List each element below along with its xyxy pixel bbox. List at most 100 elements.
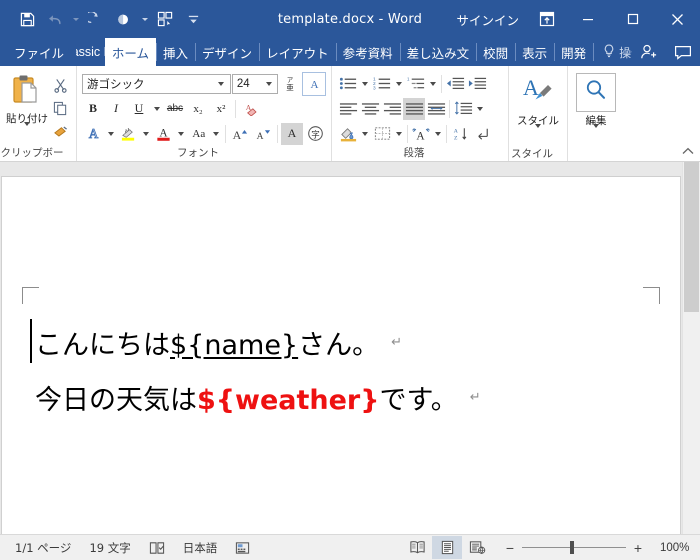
scrollbar-thumb[interactable]	[684, 162, 699, 312]
font-color-icon[interactable]: A	[153, 123, 175, 145]
collapse-ribbon-icon[interactable]	[680, 143, 696, 159]
tell-me-box[interactable]: 操作アシス	[593, 38, 632, 66]
multilevel-list-icon[interactable]: 1	[405, 73, 427, 95]
borders-icon[interactable]	[371, 123, 393, 145]
character-shading-button[interactable]: A	[281, 122, 303, 145]
decrease-indent-icon[interactable]	[444, 73, 466, 95]
maximize-button[interactable]	[610, 0, 655, 38]
redo-icon[interactable]	[83, 6, 109, 32]
grow-font-icon[interactable]: A	[229, 123, 251, 145]
tab-insert[interactable]: 挿入	[156, 38, 195, 66]
format-painter-icon[interactable]	[49, 120, 71, 142]
enclose-characters-icon[interactable]: A	[302, 71, 326, 96]
underline-dropdown-icon[interactable]	[151, 98, 163, 120]
show-formatting-marks-icon[interactable]	[471, 123, 493, 145]
tab-home[interactable]: ホーム	[104, 38, 157, 66]
font-name-dropdown-icon[interactable]	[215, 81, 228, 86]
italic-button[interactable]: I	[105, 98, 127, 120]
cut-icon[interactable]	[49, 74, 71, 96]
font-size-combo[interactable]: 24	[231, 73, 278, 94]
asian-layout-dropdown-icon[interactable]	[432, 123, 444, 145]
tab-references[interactable]: 参考資料	[335, 38, 400, 66]
tab-view[interactable]: 表示	[515, 38, 554, 66]
close-button[interactable]	[655, 0, 700, 38]
zoom-in-button[interactable]: +	[630, 541, 646, 555]
proofing-errors-icon[interactable]	[140, 535, 174, 560]
page-number-status[interactable]: 1/1 ページ	[6, 535, 80, 560]
highlight-dropdown-icon[interactable]	[140, 123, 151, 145]
shrink-font-icon[interactable]: A	[252, 123, 274, 145]
tab-review[interactable]: 校閲	[476, 38, 515, 66]
character-border-icon[interactable]: 字	[304, 123, 326, 145]
sign-in-button[interactable]: サインイン	[446, 10, 529, 29]
ribbon-display-options-icon[interactable]	[529, 0, 565, 38]
tab-developer[interactable]: 開発	[554, 38, 593, 66]
tab-file[interactable]: ファイル	[0, 38, 76, 66]
customize-qat-icon[interactable]	[180, 6, 206, 32]
text-effects-icon[interactable]: A	[82, 123, 104, 145]
superscript-button[interactable]: x²	[210, 98, 232, 120]
tab-layout[interactable]: レイアウト	[259, 38, 336, 66]
paste-dropdown-icon[interactable]	[24, 122, 30, 144]
text-effects-dropdown-icon[interactable]	[105, 123, 116, 145]
copy-icon[interactable]	[49, 97, 71, 119]
bullets-dropdown-icon[interactable]	[359, 73, 371, 95]
underline-button[interactable]: U	[128, 98, 150, 120]
phonetic-guide-icon[interactable]: ア 亜	[279, 73, 301, 95]
increase-indent-icon[interactable]	[466, 73, 488, 95]
undo-icon[interactable]	[42, 6, 68, 32]
document-line-2[interactable]: 今日の天気は${weather}です。 ↵	[35, 372, 650, 427]
document-page[interactable]: こんにちは${name}さん。 ↵ 今日の天気は${weather}です。 ↵	[1, 176, 681, 534]
zoom-track[interactable]	[522, 541, 626, 554]
touch-mode-dropdown-icon[interactable]	[139, 6, 150, 32]
tab-design[interactable]: デザイン	[195, 38, 259, 66]
tab-classic-menu[interactable]: Classic Me	[76, 38, 105, 66]
font-name-combo[interactable]: 游ゴシック	[82, 73, 231, 94]
align-center-icon[interactable]	[359, 98, 381, 120]
highlight-color-icon[interactable]: ab	[117, 123, 139, 145]
clear-formatting-icon[interactable]: A	[239, 98, 261, 120]
change-case-dropdown-icon[interactable]	[211, 123, 222, 145]
editing-dropdown-icon[interactable]	[593, 124, 599, 146]
zoom-level-label[interactable]: 100%	[654, 542, 694, 554]
change-case-button[interactable]: Aa	[188, 123, 210, 145]
numbering-icon[interactable]: 1 2 3	[371, 73, 393, 95]
font-color-dropdown-icon[interactable]	[176, 123, 187, 145]
zoom-thumb[interactable]	[570, 541, 574, 554]
language-status[interactable]: 日本語	[174, 535, 227, 560]
asian-layout-icon[interactable]: A	[410, 123, 432, 145]
macro-record-icon[interactable]	[226, 535, 259, 560]
distribute-icon[interactable]	[425, 98, 447, 120]
save-icon[interactable]	[14, 6, 40, 32]
styles-button[interactable]: A スタイル	[514, 71, 562, 146]
web-layout-view-button[interactable]	[462, 536, 492, 559]
document-line-1[interactable]: こんにちは${name}さん。 ↵	[30, 317, 650, 372]
bullets-icon[interactable]	[337, 73, 359, 95]
paste-button[interactable]: 貼り付け	[5, 71, 49, 144]
font-size-dropdown-icon[interactable]	[262, 81, 275, 86]
justify-icon[interactable]	[403, 97, 425, 120]
touch-mouse-mode-icon[interactable]	[111, 6, 137, 32]
sort-icon[interactable]: A Z	[449, 123, 471, 145]
comments-icon[interactable]	[666, 38, 700, 66]
align-left-icon[interactable]	[337, 98, 359, 120]
tab-mailings[interactable]: 差し込み文	[399, 38, 477, 66]
numbering-dropdown-icon[interactable]	[393, 73, 405, 95]
classic-menu-icon[interactable]	[152, 6, 178, 32]
multilevel-dropdown-icon[interactable]	[427, 73, 439, 95]
zoom-out-button[interactable]: −	[502, 541, 518, 555]
document-text-body[interactable]: こんにちは${name}さん。 ↵ 今日の天気は${weather}です。 ↵	[30, 317, 650, 427]
print-layout-view-button[interactable]	[432, 536, 462, 559]
strikethrough-button[interactable]: abc	[164, 98, 186, 120]
shading-dropdown-icon[interactable]	[359, 123, 371, 145]
zoom-slider[interactable]: − +	[492, 541, 654, 555]
share-person-icon[interactable]	[632, 38, 666, 66]
line-spacing-dropdown-icon[interactable]	[474, 98, 486, 120]
vertical-scrollbar[interactable]	[682, 162, 700, 534]
borders-dropdown-icon[interactable]	[393, 123, 405, 145]
minimize-button[interactable]	[565, 0, 610, 38]
shading-icon[interactable]	[337, 123, 359, 145]
editing-button[interactable]: 編集	[573, 71, 619, 146]
styles-dropdown-icon[interactable]	[535, 124, 541, 146]
undo-dropdown-icon[interactable]	[70, 6, 81, 32]
